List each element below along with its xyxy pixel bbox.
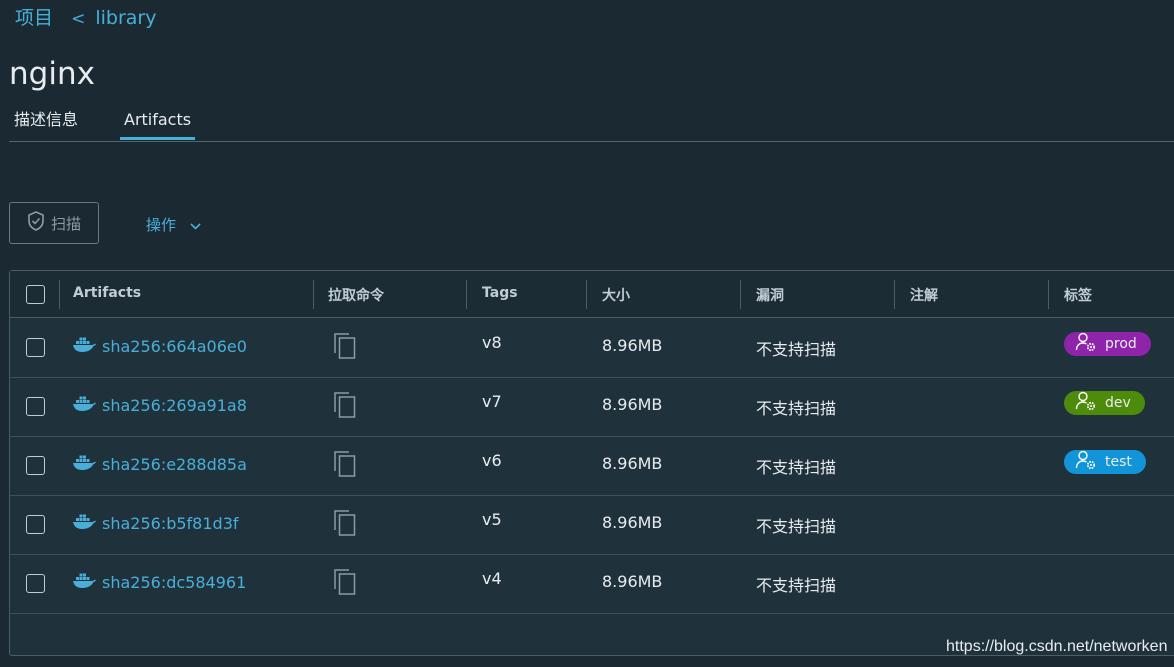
user-gear-icon: [1075, 391, 1097, 415]
column-header-vulnerabilities[interactable]: 漏洞: [756, 285, 784, 305]
table-row: sha256:e288d85a v6 8.96MB 不支持扫描 test: [10, 436, 1174, 496]
column-header-artifacts[interactable]: Artifacts: [73, 285, 141, 301]
artifact-size: 8.96MB: [602, 395, 663, 414]
shield-check-icon: [27, 211, 45, 235]
user-gear-icon: [1075, 332, 1097, 356]
column-header-annotations[interactable]: 注解: [910, 285, 938, 305]
label-badge[interactable]: dev: [1064, 391, 1145, 415]
column-separator: [59, 280, 60, 309]
watermark-text: https://blog.csdn.net/networken: [946, 638, 1168, 655]
scan-button-label: 扫描: [50, 214, 81, 233]
table-row: sha256:664a06e0 v8 8.96MB 不支持扫描 prod: [10, 318, 1174, 378]
artifact-digest-link[interactable]: sha256:269a91a8: [72, 394, 247, 416]
column-separator: [740, 280, 741, 309]
artifact-digest: sha256:269a91a8: [102, 395, 247, 415]
label-badge[interactable]: prod: [1064, 332, 1151, 356]
row-select-checkbox[interactable]: [26, 456, 45, 475]
tab-description[interactable]: 描述信息: [10, 108, 82, 140]
breadcrumb-current-link[interactable]: library: [95, 7, 156, 29]
artifact-digest: sha256:e288d85a: [102, 454, 247, 474]
artifact-digest-link[interactable]: sha256:dc584961: [72, 571, 246, 593]
artifacts-datagrid: Artifacts 拉取命令 Tags 大小 漏洞 注解 标签 sha256:6…: [9, 270, 1174, 656]
docker-icon: [72, 571, 96, 593]
copy-pull-command-icon[interactable]: [332, 391, 358, 423]
artifact-size: 8.96MB: [602, 513, 663, 532]
docker-icon: [72, 335, 96, 357]
table-row: sha256:dc584961 v4 8.96MB 不支持扫描: [10, 554, 1174, 614]
docker-icon: [72, 453, 96, 475]
artifact-digest-link[interactable]: sha256:e288d85a: [72, 453, 247, 475]
column-separator: [894, 280, 895, 309]
user-gear-icon: [1075, 450, 1097, 474]
row-select-checkbox[interactable]: [26, 515, 45, 534]
label-text: test: [1105, 454, 1132, 470]
artifact-digest-link[interactable]: sha256:664a06e0: [72, 335, 247, 357]
scan-button[interactable]: 扫描: [9, 202, 99, 244]
docker-icon: [72, 394, 96, 416]
page-title: nginx: [9, 56, 95, 92]
label-text: dev: [1105, 395, 1131, 411]
actions-dropdown-label: 操作: [146, 216, 177, 234]
vulnerability-status: 不支持扫描: [756, 399, 837, 418]
vulnerability-status: 不支持扫描: [756, 576, 837, 595]
artifact-size: 8.96MB: [602, 572, 663, 591]
copy-pull-command-icon[interactable]: [332, 568, 358, 600]
row-select-checkbox[interactable]: [26, 338, 45, 357]
artifact-digest: sha256:b5f81d3f: [102, 513, 239, 533]
artifact-tag: v8: [482, 333, 502, 352]
select-all-checkbox[interactable]: [26, 285, 45, 304]
label-badge[interactable]: test: [1064, 450, 1146, 474]
artifact-size: 8.96MB: [602, 336, 663, 355]
copy-pull-command-icon[interactable]: [332, 509, 358, 541]
chevron-down-icon: [190, 216, 201, 234]
column-separator: [466, 280, 467, 309]
column-header-labels[interactable]: 标签: [1064, 285, 1092, 305]
artifact-digest: sha256:664a06e0: [102, 336, 247, 356]
artifact-tag: v5: [482, 510, 502, 529]
label-text: prod: [1105, 336, 1137, 352]
row-select-checkbox[interactable]: [26, 397, 45, 416]
copy-pull-command-icon[interactable]: [332, 332, 358, 364]
column-separator: [1048, 280, 1049, 309]
column-header-size[interactable]: 大小: [602, 285, 630, 305]
artifact-digest: sha256:dc584961: [102, 572, 247, 592]
vulnerability-status: 不支持扫描: [756, 458, 837, 477]
table-row: sha256:b5f81d3f v5 8.96MB 不支持扫描: [10, 495, 1174, 555]
table-row: sha256:269a91a8 v7 8.96MB 不支持扫描 dev: [10, 377, 1174, 437]
breadcrumb-root-link[interactable]: 项目: [15, 7, 53, 29]
breadcrumb: 项目 < library: [15, 3, 157, 30]
artifact-size: 8.96MB: [602, 454, 663, 473]
artifact-tag: v7: [482, 392, 502, 411]
vulnerability-status: 不支持扫描: [756, 340, 837, 359]
datagrid-header: Artifacts 拉取命令 Tags 大小 漏洞 注解 标签: [10, 271, 1174, 318]
column-header-pull-command[interactable]: 拉取命令: [328, 285, 384, 305]
artifact-tag: v4: [482, 569, 502, 588]
tab-bar: 描述信息 Artifacts: [9, 108, 1174, 142]
docker-icon: [72, 512, 96, 534]
row-select-checkbox[interactable]: [26, 574, 45, 593]
copy-pull-command-icon[interactable]: [332, 450, 358, 482]
breadcrumb-separator: <: [71, 9, 86, 29]
artifact-digest-link[interactable]: sha256:b5f81d3f: [72, 512, 239, 534]
actions-dropdown[interactable]: 操作: [146, 214, 201, 235]
column-separator: [313, 280, 314, 309]
column-header-tags[interactable]: Tags: [482, 285, 518, 301]
vulnerability-status: 不支持扫描: [756, 517, 837, 536]
tab-artifacts[interactable]: Artifacts: [120, 108, 196, 140]
column-separator: [586, 280, 587, 309]
artifact-tag: v6: [482, 451, 502, 470]
